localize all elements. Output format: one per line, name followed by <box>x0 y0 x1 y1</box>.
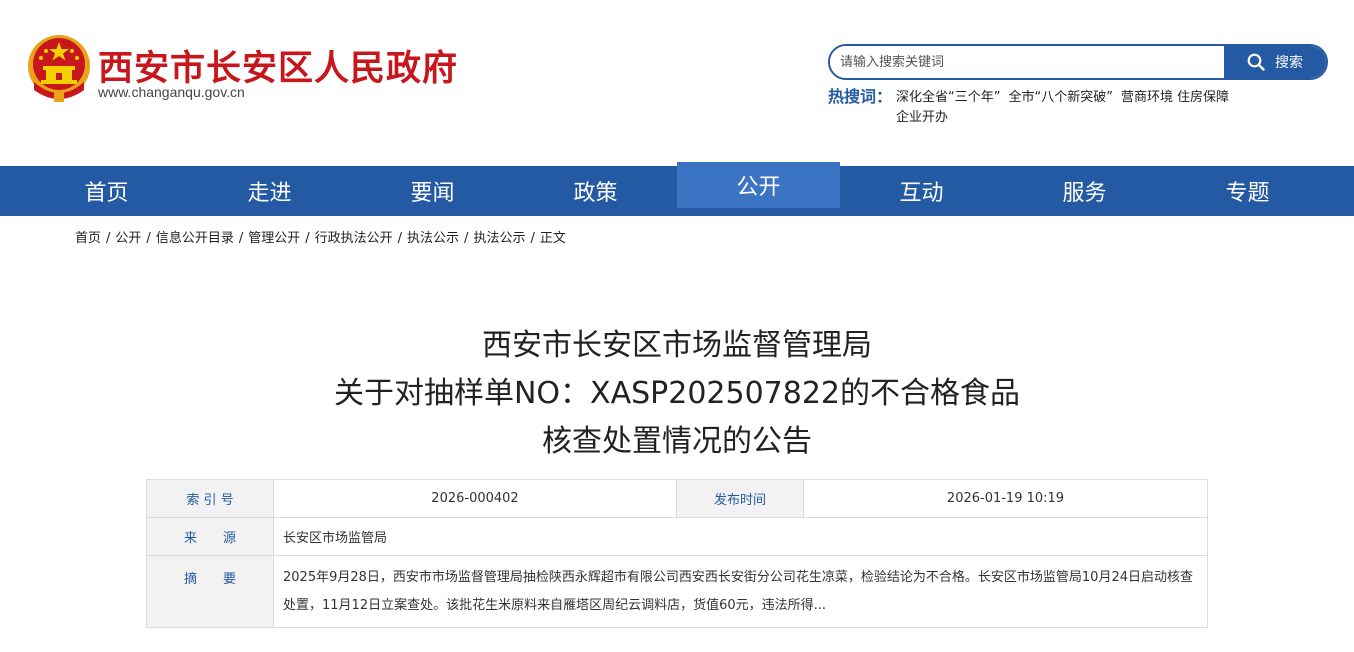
site-url: www.changanqu.gov.cn <box>98 84 245 100</box>
hot-link[interactable]: 企业开办 <box>896 110 948 125</box>
breadcrumb-link[interactable]: 首页 <box>75 231 101 246</box>
index-label: 索 引 号 <box>146 479 274 518</box>
hot-search-links: 深化全省“三个年” 全市“八个新突破” 营商环境 住房保障企业开办 <box>896 88 1296 128</box>
nav-item-topics[interactable]: 专题 <box>1166 166 1329 216</box>
document-title-line: 核查处置情况的公告 <box>542 424 812 459</box>
breadcrumb-link[interactable]: 管理公开 <box>248 231 300 246</box>
breadcrumb-separator: / <box>464 231 469 246</box>
nav-item-policy[interactable]: 政策 <box>514 166 677 216</box>
header: 西安市长安区人民政府 www.changanqu.gov.cn 搜索 热搜词： … <box>0 0 1354 166</box>
breadcrumb-link[interactable]: 信息公开目录 <box>156 231 234 246</box>
source-value: 长安区市场监管局 <box>273 517 1208 556</box>
search-button[interactable]: 搜索 <box>1224 46 1326 78</box>
hot-link[interactable]: 住房保障 <box>1177 90 1229 105</box>
summary-label: 摘 要 <box>146 555 274 628</box>
hot-link[interactable]: 深化全省“三个年” <box>896 90 1000 105</box>
hot-link[interactable]: 全市“八个新突破” <box>1008 90 1112 105</box>
search-box: 搜索 <box>828 44 1328 80</box>
breadcrumb-link[interactable]: 执法公示 <box>407 231 459 246</box>
document-title-line: 西安市长安区市场监督管理局 <box>482 328 872 363</box>
index-value: 2026-000402 <box>273 479 677 518</box>
date-value: 2026-01-19 10:19 <box>803 479 1208 518</box>
document-info-table: 索 引 号 2026-000402 发布时间 2026-01-19 10:19 … <box>146 479 1208 628</box>
breadcrumb-separator: / <box>530 231 535 246</box>
hot-link[interactable]: 营商环境 <box>1121 90 1173 105</box>
breadcrumb-link[interactable]: 行政执法公开 <box>315 231 393 246</box>
breadcrumb-separator: / <box>238 231 244 246</box>
main-nav: 首页 走进 要闻 政策 公开 互动 服务 专题 <box>0 162 1354 216</box>
nav-item-home[interactable]: 首页 <box>25 166 188 216</box>
hot-search-label: 热搜词： <box>828 87 893 106</box>
document-title: 西安市长安区市场监督管理局 关于对抽样单NO：XASP202507822的不合格… <box>0 322 1354 466</box>
breadcrumb-separator: / <box>106 231 111 246</box>
nav-item-disclosure[interactable]: 公开 <box>677 162 840 208</box>
document-title-line: 关于对抽样单NO：XASP202507822的不合格食品 <box>333 376 1021 411</box>
table-row: 摘 要 2025年9月28日，西安市市场监督管理局抽检陕西永辉超市有限公司西安西… <box>146 555 1208 628</box>
nav-item-about[interactable]: 走进 <box>188 166 351 216</box>
search-input[interactable] <box>830 46 1224 78</box>
breadcrumb-separator: / <box>305 231 310 246</box>
nav-item-service[interactable]: 服务 <box>1003 166 1166 216</box>
source-label: 来 源 <box>146 517 274 556</box>
breadcrumb-separator: / <box>397 231 403 246</box>
nav-item-interaction[interactable]: 互动 <box>840 166 1003 216</box>
breadcrumb-current: 正文 <box>539 231 566 246</box>
search-icon <box>1247 53 1265 71</box>
date-label: 发布时间 <box>676 479 804 518</box>
breadcrumb-link[interactable]: 执法公示 <box>473 231 525 246</box>
summary-value: 2025年9月28日，西安市市场监督管理局抽检陕西永辉超市有限公司西安西长安街分… <box>273 555 1208 628</box>
table-row: 索 引 号 2026-000402 发布时间 2026-01-19 10:19 <box>146 479 1208 518</box>
breadcrumb-link[interactable]: 公开 <box>115 231 141 246</box>
nav-item-news[interactable]: 要闻 <box>351 166 514 216</box>
table-row: 来 源 长安区市场监管局 <box>146 517 1208 556</box>
national-emblem-icon <box>28 35 90 102</box>
breadcrumb: 首页 / 公开 / 信息公开目录 / 管理公开 / 行政执法公开 / 执法公示 / 执法公示 / 正文 <box>75 227 566 246</box>
breadcrumb-separator: / <box>146 231 151 246</box>
search-button-label: 搜索 <box>1275 55 1303 71</box>
